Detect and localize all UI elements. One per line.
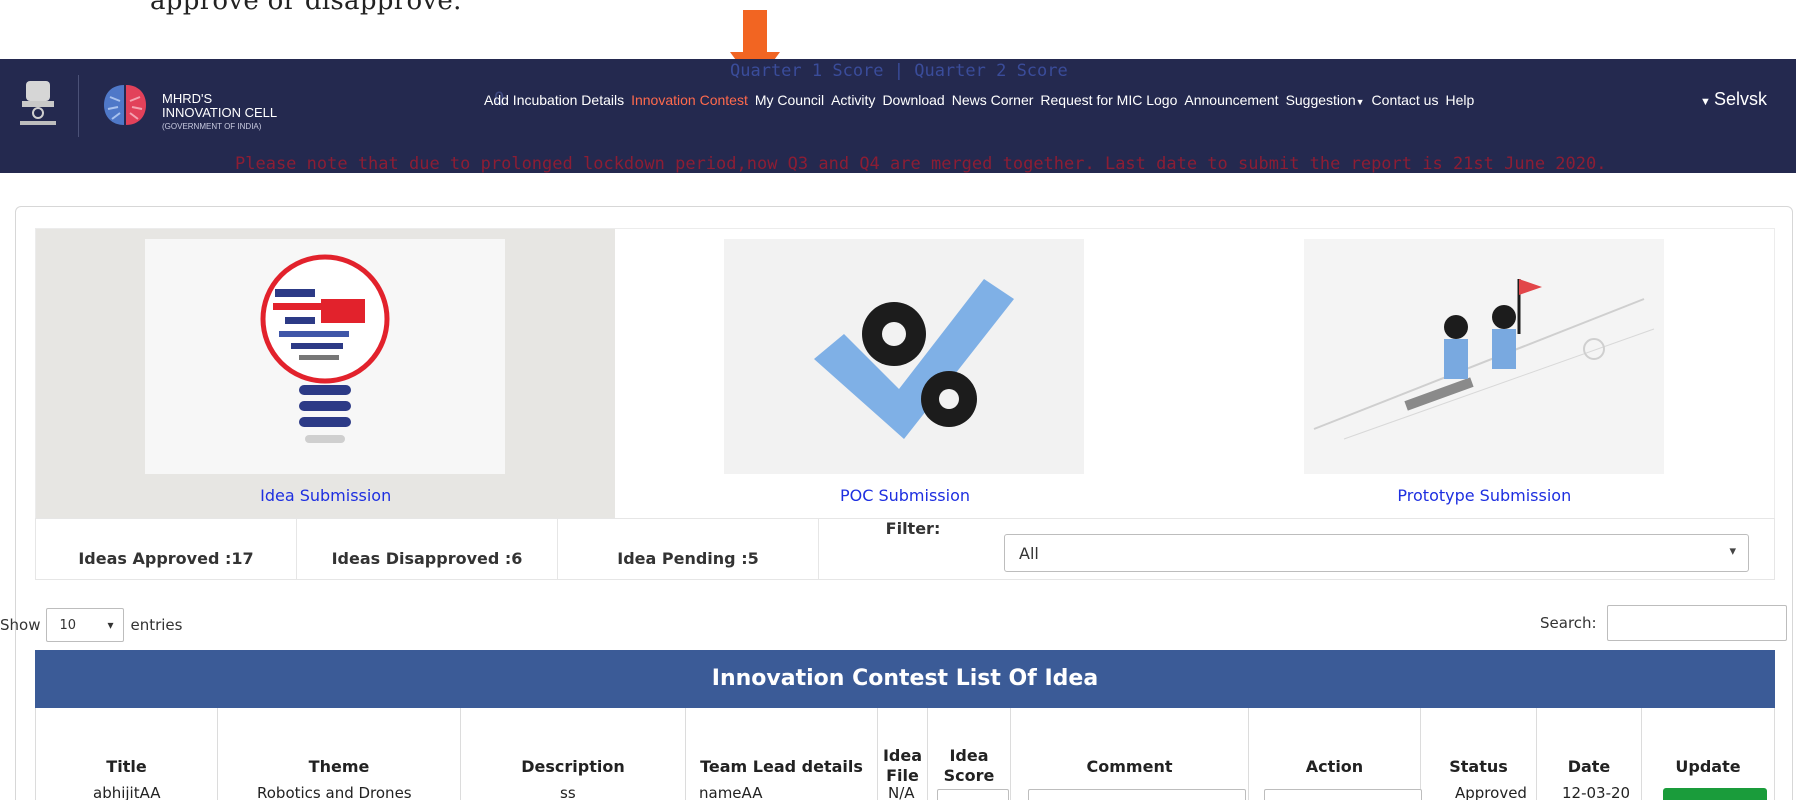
show-entries: Show 10 ▾ entries [0, 608, 182, 642]
climbing-team-image [1303, 239, 1664, 474]
row-idea-file: N/A [888, 784, 915, 800]
nav-innovation-contest[interactable]: Innovation Contest [631, 92, 748, 108]
nav-suggestion[interactable]: Suggestion ▼ [1286, 92, 1365, 108]
nav-news-corner[interactable]: News Corner [952, 92, 1034, 108]
submission-tiles: Idea Submission POC Submission Prototype [35, 228, 1775, 519]
ideas-approved-count: Ideas Approved :17 [36, 519, 297, 579]
brand-line-3: (GOVERNMENT OF INDIA) [162, 122, 262, 131]
entries-select[interactable]: 10 ▾ [46, 608, 125, 642]
innovation-cell-logo-icon [104, 85, 146, 125]
user-name: Selvsk [1713, 89, 1767, 109]
caption-text: approve or disapprove. [150, 0, 462, 16]
tile-label[interactable]: Prototype Submission [1195, 486, 1774, 505]
nav-request-mic-logo[interactable]: Request for MIC Logo [1040, 92, 1177, 108]
row-theme: Robotics and Drones [257, 784, 412, 800]
filter-label: Filter: [885, 519, 941, 538]
nav-activity[interactable]: Activity [831, 92, 875, 108]
nav-help[interactable]: Help [1445, 92, 1474, 108]
idea-score-input[interactable] [937, 789, 1009, 800]
chevron-down-icon: ▾ [1729, 544, 1736, 559]
table-row: abhijitAA Robotics and Drones ss nameAA … [35, 784, 1775, 800]
tile-label[interactable]: Idea Submission [36, 486, 615, 505]
table-title: Innovation Contest List Of Idea [35, 650, 1775, 708]
quarter-scores-overlay: Quarter 1 Score | Quarter 2 Score [730, 61, 1068, 81]
nav-my-council[interactable]: My Council [755, 92, 824, 108]
search-box: Search: [1540, 605, 1787, 641]
row-description: ss [560, 784, 576, 800]
brand-text[interactable]: MHRD'S INNOVATION CELL (GOVERNMENT OF IN… [162, 92, 277, 134]
entries-label: entries [130, 616, 183, 634]
nav-suggestion-label: Suggestion [1285, 92, 1356, 108]
row-title: abhijitAA [93, 784, 161, 800]
national-emblem-icon [20, 81, 56, 125]
tile-prototype-submission[interactable]: Prototype Submission [1194, 229, 1774, 519]
nav-download[interactable]: Download [882, 92, 944, 108]
tile-label[interactable]: POC Submission [615, 486, 1194, 505]
nav-links: Add Incubation Details Innovation Contes… [484, 92, 1474, 108]
lockdown-notice: Please note that due to prolonged lockdo… [235, 154, 1607, 174]
caret-down-icon: ▼ [1700, 96, 1714, 108]
action-select[interactable] [1264, 789, 1422, 800]
show-label: Show [0, 616, 41, 634]
search-label: Search: [1540, 614, 1597, 632]
row-status: Approved [1455, 784, 1527, 800]
chevron-down-icon: ▾ [107, 618, 114, 632]
idea-stats-bar: Ideas Approved :17 Ideas Disapproved :6 … [35, 518, 1775, 580]
nav-announcement[interactable]: Announcement [1184, 92, 1278, 108]
user-menu[interactable]: ▼ Selvsk [1700, 89, 1767, 110]
navbar-divider [78, 75, 79, 137]
top-navbar: MHRD'S INNOVATION CELL (GOVERNMENT OF IN… [0, 59, 1796, 174]
entries-value: 10 [59, 618, 77, 633]
nav-contact-us[interactable]: Contact us [1372, 92, 1439, 108]
brand-line-2: INNOVATION CELL [162, 105, 278, 120]
update-button[interactable] [1663, 788, 1767, 800]
ideas-disapproved-count: Ideas Disapproved :6 [297, 519, 558, 579]
ideas-pending-count: Idea Pending :5 [558, 519, 819, 579]
filter-value: All [1019, 544, 1039, 563]
gears-check-image [724, 239, 1085, 474]
search-input[interactable] [1606, 605, 1787, 641]
comment-input[interactable] [1028, 789, 1246, 800]
tile-poc-submission[interactable]: POC Submission [615, 229, 1195, 519]
nav-add-incubation-details[interactable]: Add Incubation Details [484, 92, 624, 108]
row-team-lead: nameAA [699, 784, 763, 800]
brand-line-1: MHRD'S [162, 91, 213, 106]
idea-bulb-image [145, 239, 505, 474]
caret-down-icon: ▼ [1355, 97, 1365, 107]
row-date: 12-03-20 [1562, 784, 1631, 800]
filter-select[interactable]: All ▾ [1004, 534, 1749, 572]
tile-idea-submission[interactable]: Idea Submission [36, 229, 616, 519]
